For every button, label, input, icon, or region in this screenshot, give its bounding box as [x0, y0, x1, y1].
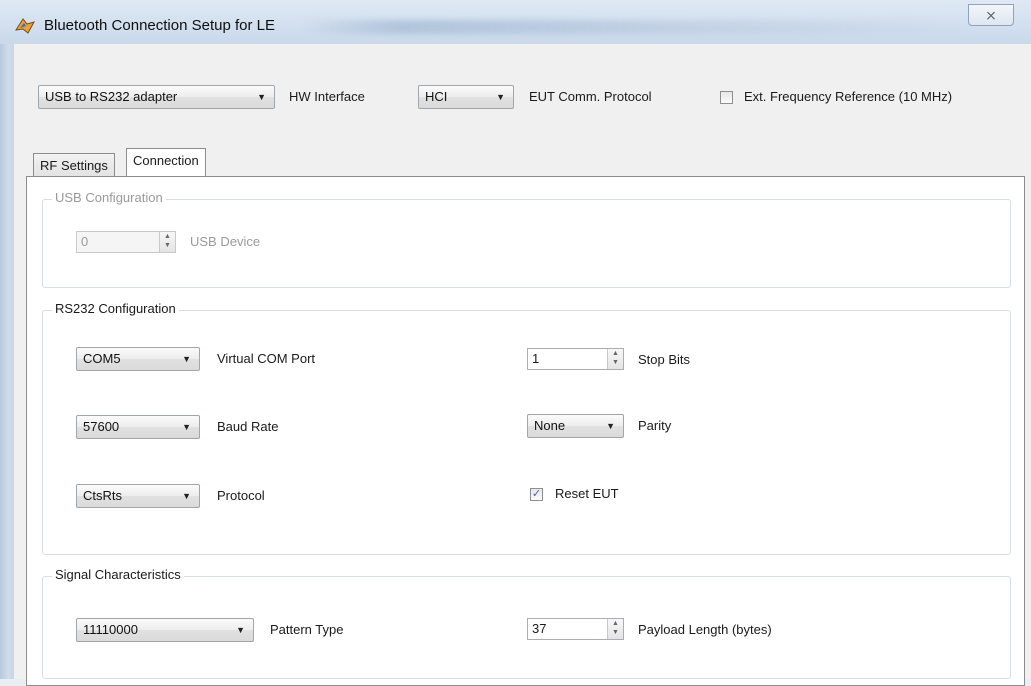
- parity-label: Parity: [638, 418, 672, 433]
- stop-bits-spinner[interactable]: 1 ▲ ▼: [527, 348, 624, 370]
- signal-characteristics-title: Signal Characteristics: [52, 567, 184, 582]
- window-left-border: [0, 44, 14, 679]
- payload-length-label: Payload Length (bytes): [638, 622, 772, 637]
- rs232-configuration-title: RS232 Configuration: [52, 301, 179, 316]
- reset-eut-checkbox[interactable]: ✓: [530, 488, 543, 501]
- chevron-down-icon: ▼: [182, 491, 191, 501]
- tab-connection[interactable]: Connection: [126, 148, 206, 176]
- blurred-background-region: [300, 20, 980, 34]
- baud-rate-value: 57600: [83, 419, 120, 434]
- virtual-com-port-label: Virtual COM Port: [217, 351, 316, 366]
- usb-device-value: 0: [81, 234, 89, 249]
- protocol-value: CtsRts: [83, 488, 122, 503]
- spin-arrows-icon[interactable]: ▲ ▼: [607, 619, 623, 639]
- stop-bits-value: 1: [532, 351, 540, 366]
- pattern-type-label: Pattern Type: [270, 622, 344, 637]
- protocol-dropdown[interactable]: CtsRts ▼: [76, 484, 200, 508]
- protocol-label: Protocol: [217, 488, 265, 503]
- payload-length-spinner[interactable]: 37 ▲ ▼: [527, 618, 624, 640]
- chevron-down-icon: ▼: [257, 92, 266, 102]
- chevron-down-icon: ▼: [496, 92, 505, 102]
- close-window-button[interactable]: ⨯: [968, 4, 1014, 26]
- parity-value: None: [534, 418, 566, 433]
- eut-protocol-dropdown[interactable]: HCI ▼: [418, 85, 514, 109]
- parity-dropdown[interactable]: None ▼: [527, 414, 624, 438]
- bluetooth-setup-app-icon: [14, 18, 36, 34]
- chevron-down-icon: ▼: [606, 421, 615, 431]
- close-icon: ⨯: [985, 7, 997, 23]
- payload-length-value: 37: [532, 621, 547, 636]
- virtual-com-port-dropdown[interactable]: COM5 ▼: [76, 347, 200, 371]
- com-port-value: COM5: [83, 351, 121, 366]
- window-title: Bluetooth Connection Setup for LE: [44, 17, 275, 34]
- hw-interface-dropdown[interactable]: USB to RS232 adapter ▼: [38, 85, 275, 109]
- spin-arrows-icon[interactable]: ▲ ▼: [607, 349, 623, 369]
- eut-protocol-label: EUT Comm. Protocol: [529, 89, 652, 104]
- usb-configuration-title: USB Configuration: [52, 190, 166, 205]
- usb-device-spinner: 0 ▲ ▼: [76, 231, 176, 253]
- baud-rate-label: Baud Rate: [217, 419, 279, 434]
- tab-rf-settings[interactable]: RF Settings: [33, 153, 115, 177]
- spin-arrows-icon: ▲ ▼: [159, 232, 175, 252]
- eut-protocol-value: HCI: [425, 89, 448, 104]
- chevron-down-icon: ▼: [182, 422, 191, 432]
- stop-bits-label: Stop Bits: [638, 352, 691, 367]
- pattern-type-value: 11110000: [83, 622, 138, 637]
- chevron-down-icon: ▼: [182, 354, 191, 364]
- hw-interface-label: HW Interface: [289, 89, 365, 104]
- baud-rate-dropdown[interactable]: 57600 ▼: [76, 415, 200, 439]
- usb-device-label: USB Device: [190, 234, 261, 249]
- pattern-type-dropdown[interactable]: 11110000 ▼: [76, 618, 254, 642]
- check-icon: ✓: [531, 488, 542, 500]
- chevron-down-icon: ▼: [236, 625, 245, 635]
- ext-frequency-label: Ext. Frequency Reference (10 MHz): [744, 89, 953, 104]
- usb-configuration-group: [42, 199, 1011, 288]
- reset-eut-label: Reset EUT: [555, 486, 619, 501]
- ext-frequency-checkbox[interactable]: [720, 91, 733, 104]
- hw-interface-value: USB to RS232 adapter: [45, 89, 178, 104]
